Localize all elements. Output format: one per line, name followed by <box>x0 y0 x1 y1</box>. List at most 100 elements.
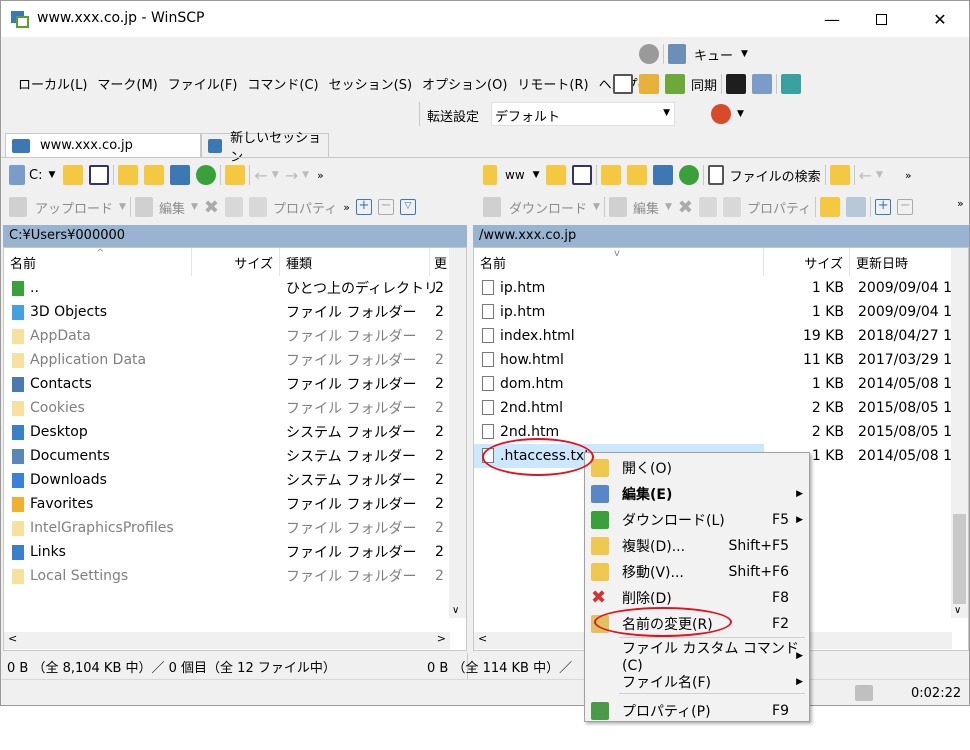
chevron-down-icon[interactable]: ▼ <box>741 49 748 59</box>
context-menu-item[interactable]: 編集(E) ▶ <box>585 481 809 507</box>
chevron-down-icon[interactable]: ∨ <box>954 605 961 616</box>
chevron-right-icon[interactable]: > <box>437 632 446 645</box>
local-horizontal-scrollbar[interactable]: < > <box>4 632 450 649</box>
refresh-icon[interactable] <box>196 165 217 185</box>
table-row[interactable]: .. ひとつ上のディレクトリ 2 <box>4 276 450 300</box>
column-header-type[interactable]: 種類 <box>280 248 430 276</box>
plus-icon[interactable]: + <box>875 199 892 215</box>
column-header-size[interactable]: サイズ <box>192 248 280 276</box>
table-row[interactable]: IntelGraphicsProfiles ファイル フォルダー 2 <box>4 516 450 540</box>
download-button[interactable]: ダウンロード <box>509 198 587 217</box>
table-row[interactable]: Contacts ファイル フォルダー 2 <box>4 372 450 396</box>
column-header-size[interactable]: サイズ <box>764 248 850 276</box>
new-file-icon[interactable] <box>846 197 867 217</box>
chevron-down-icon[interactable]: ▼ <box>119 202 126 212</box>
sync-button[interactable]: 同期 <box>691 75 717 94</box>
remote-properties-button[interactable]: プロパティ <box>747 198 811 217</box>
find-files-button[interactable]: ファイルの検索 <box>730 166 821 185</box>
table-row[interactable]: AppData ファイル フォルダー 2 <box>4 324 450 348</box>
open-folder-icon[interactable] <box>63 165 84 185</box>
context-menu-item[interactable]: ダウンロード(L) F5 ▶ <box>585 507 809 533</box>
forward-icon[interactable]: → <box>285 166 298 185</box>
local-edit-button[interactable]: 編集 <box>159 198 185 217</box>
synchronize-browse-icon[interactable] <box>639 74 659 94</box>
table-row[interactable]: Local Settings ファイル フォルダー 2 <box>4 564 450 588</box>
overflow-icon[interactable]: » <box>957 197 964 210</box>
chevron-left-icon[interactable]: < <box>478 632 487 645</box>
refresh-icon[interactable] <box>678 165 699 185</box>
chevron-down-icon[interactable]: ▼ <box>533 170 540 180</box>
rename-icon[interactable] <box>224 197 243 217</box>
root-dir-icon[interactable] <box>144 165 165 185</box>
home-icon[interactable] <box>170 165 191 185</box>
minimize-button[interactable]: — <box>809 1 855 37</box>
chevron-down-icon[interactable]: ▼ <box>876 170 883 180</box>
new-folder-icon[interactable] <box>820 197 841 217</box>
context-menu-item[interactable]: ✖ 削除(D) F8 <box>585 585 809 611</box>
table-row[interactable]: 2nd.html 2 KB 2015/08/05 13 <box>474 396 961 420</box>
chevron-down-icon[interactable]: ▼ <box>302 170 309 180</box>
plus-icon[interactable]: + <box>355 199 372 215</box>
root-dir-icon[interactable] <box>626 165 647 185</box>
context-menu-item[interactable]: 複製(D)... Shift+F5 <box>585 533 809 559</box>
chevron-down-icon[interactable]: ▼ <box>665 202 672 212</box>
chevron-down-icon[interactable]: ∨ <box>452 605 459 616</box>
scroll-thumb[interactable] <box>953 514 966 604</box>
filter-icon[interactable] <box>89 165 110 185</box>
bookmark-icon[interactable] <box>225 165 246 185</box>
table-row[interactable]: Documents システム フォルダー 2 <box>4 444 450 468</box>
delete-icon[interactable]: ✖ <box>678 197 693 218</box>
menu-local[interactable]: ローカル(L) <box>13 74 92 93</box>
queue-button[interactable]: キュー <box>694 45 733 64</box>
menu-options[interactable]: オプション(O) <box>417 74 512 93</box>
context-menu-item[interactable]: ファイル カスタム コマンド(C) ▶ <box>585 641 809 674</box>
filter-select-icon[interactable]: ▽ <box>399 199 416 215</box>
context-menu-item[interactable]: プロパティ(P) F9 <box>585 698 809 724</box>
delete-icon[interactable]: ✖ <box>204 197 219 218</box>
table-row[interactable]: Cookies ファイル フォルダー 2 <box>4 396 450 420</box>
table-row[interactable]: ip.htm 1 KB 2009/09/04 18 <box>474 300 961 324</box>
local-properties-button[interactable]: プロパティ <box>273 198 337 217</box>
menu-session[interactable]: セッション(S) <box>324 74 417 93</box>
filter-icon[interactable] <box>571 165 592 185</box>
chevron-left-icon[interactable]: < <box>8 632 17 645</box>
table-row[interactable]: index.html 19 KB 2018/04/27 18 <box>474 324 961 348</box>
table-row[interactable]: Desktop システム フォルダー 2 <box>4 420 450 444</box>
parent-dir-icon[interactable] <box>600 165 621 185</box>
context-menu-item[interactable]: 移動(V)... Shift+F6 <box>585 559 809 585</box>
transfer-select[interactable]: デフォルト ▼ <box>491 102 675 126</box>
maximize-button[interactable] <box>858 1 904 37</box>
overflow-icon[interactable]: » <box>317 169 324 182</box>
chevron-down-icon[interactable]: ▼ <box>272 170 279 180</box>
reconnect-icon[interactable] <box>711 104 731 124</box>
chevron-down-icon[interactable]: ▼ <box>191 202 198 212</box>
column-header-date[interactable]: 更 <box>430 248 450 276</box>
overflow-icon[interactable]: » <box>343 201 350 214</box>
terminal-icon[interactable] <box>781 74 802 94</box>
menu-command[interactable]: コマンド(C) <box>242 74 323 93</box>
upload-button[interactable]: アップロード <box>35 198 113 217</box>
open-folder-icon[interactable] <box>545 165 566 185</box>
local-drive-select[interactable]: C: <box>29 168 42 183</box>
minus-icon[interactable]: − <box>897 199 914 215</box>
table-row[interactable]: Downloads システム フォルダー 2 <box>4 468 450 492</box>
overflow-icon[interactable]: » <box>905 169 912 182</box>
minus-icon[interactable]: − <box>377 199 394 215</box>
chevron-down-icon[interactable]: ▼ <box>48 170 55 180</box>
menu-remote[interactable]: リモート(R) <box>512 74 593 93</box>
rename-icon[interactable] <box>698 197 717 217</box>
column-header-modified[interactable]: 更新日時 <box>850 248 952 276</box>
menu-mark[interactable]: マーク(M) <box>92 74 162 93</box>
parent-dir-icon[interactable] <box>118 165 139 185</box>
context-menu-item[interactable]: 開く(O) <box>585 455 809 481</box>
local-vertical-scrollbar[interactable]: ∨ <box>449 248 466 618</box>
table-row[interactable]: Links ファイル フォルダー 2 <box>4 540 450 564</box>
remote-vertical-scrollbar[interactable]: ∨ <box>951 248 968 618</box>
table-row[interactable]: ip.htm 1 KB 2009/09/04 18 <box>474 276 961 300</box>
close-button[interactable]: ✕ <box>917 1 963 37</box>
menu-file[interactable]: ファイル(F) <box>163 74 243 93</box>
context-menu-item[interactable]: ファイル名(F) ▶ <box>585 669 809 695</box>
console-icon[interactable] <box>726 74 747 94</box>
back-icon[interactable]: ← <box>254 166 267 185</box>
remote-edit-button[interactable]: 編集 <box>633 198 659 217</box>
